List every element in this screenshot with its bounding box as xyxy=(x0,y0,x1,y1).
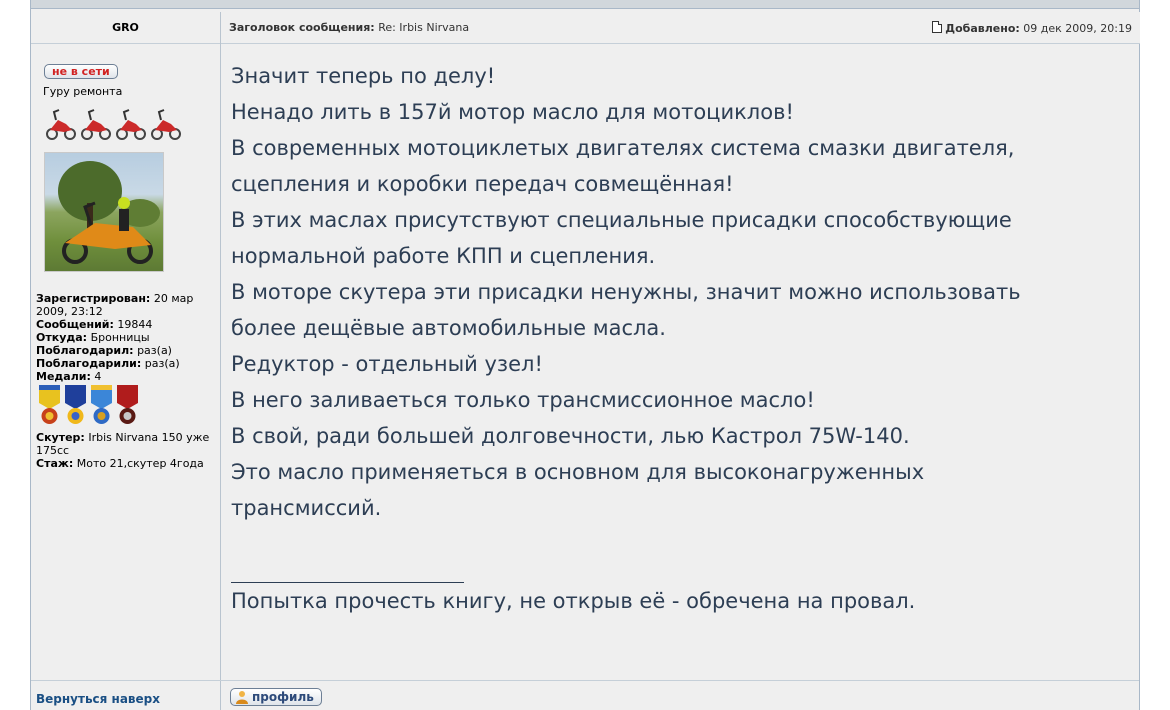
scooter-row: Скутер: Irbis Nirvana 150 уже 175сс xyxy=(36,431,216,457)
user-icon xyxy=(236,691,248,704)
avatar-scene-icon xyxy=(58,161,160,264)
post-date: Добавлено: 09 дек 2009, 20:19 xyxy=(932,20,1132,35)
post-subject: Заголовок сообщения: Re: Irbis Nirvana xyxy=(229,21,932,34)
medal-icon[interactable] xyxy=(38,385,61,425)
post-line: Редуктор - отдельный узел! xyxy=(231,352,543,376)
medal-icon[interactable] xyxy=(64,385,87,425)
post-line: В моторе скутера эти присадки ненужны, з… xyxy=(231,280,1021,304)
from-value: Бронницы xyxy=(90,331,150,344)
thanked-by-row: Поблагодарили: раз(а) xyxy=(36,357,216,370)
thanked-by-value: раз(а) xyxy=(144,357,180,370)
post-author-header: GRO xyxy=(31,12,221,44)
scooter-rank-icon xyxy=(81,109,111,140)
thanked-row: Поблагодарил: раз(а) xyxy=(36,344,216,357)
post-line: В современных мотоциклетых двигателях си… xyxy=(231,136,1015,160)
user-avatar[interactable] xyxy=(44,152,164,272)
profile-button[interactable]: профиль xyxy=(230,688,322,706)
user-details: Зарегистрирован: 20 мар 2009, 23:12 Сооб… xyxy=(36,292,216,470)
thanked-label: Поблагодарил: xyxy=(36,344,134,357)
rank-images xyxy=(44,106,216,142)
post-body: Значит теперь по делу! Ненадо лить в 157… xyxy=(231,58,1131,619)
messages-row: Сообщений: 19844 xyxy=(36,318,216,331)
profile-button-label: профиль xyxy=(252,690,314,704)
scooter-label: Скутер: xyxy=(36,431,85,444)
from-label: Откуда: xyxy=(36,331,88,344)
added-label: Добавлено: xyxy=(945,21,1020,35)
messages-label: Сообщений: xyxy=(36,318,114,331)
post-line: В этих маслах присутствуют специальные п… xyxy=(231,208,1012,232)
medal-icon[interactable] xyxy=(116,385,139,425)
author-name[interactable]: GRO xyxy=(112,21,139,34)
post-icon[interactable] xyxy=(932,20,943,33)
subject-label: Заголовок сообщения: xyxy=(229,21,375,34)
signature: Попытка прочесть книгу, не открыв её - о… xyxy=(231,589,916,613)
column-divider xyxy=(220,12,221,710)
post-line: более дещёвые автомобильные масла. xyxy=(231,316,666,340)
medals-label: Медали: xyxy=(36,370,91,383)
registered-row: Зарегистрирован: 20 мар 2009, 23:12 xyxy=(36,292,216,318)
post-line: В свой, ради большей долговечности, лью … xyxy=(231,424,910,448)
post-line: нормальной работе КПП и сцепления. xyxy=(231,244,656,268)
post-line: Это масло применяеться в основном для вы… xyxy=(231,460,925,484)
experience-label: Стаж: xyxy=(36,457,74,470)
registered-label: Зарегистрирован: xyxy=(36,292,151,305)
post-line: В него заливаеться только трансмиссионно… xyxy=(231,388,815,412)
thanked-value: раз(а) xyxy=(137,344,172,357)
user-rank: Гуру ремонта xyxy=(43,85,123,98)
scooter-rank-icon xyxy=(46,109,76,140)
author-profile: не в сети Гуру ремонта Зарегистрирован: … xyxy=(31,46,220,678)
footer-divider xyxy=(31,680,1139,681)
back-to-top-link[interactable]: Вернуться наверх xyxy=(36,692,160,706)
post-line: сцепления и коробки передач совмещённая! xyxy=(231,172,734,196)
post-line: Значит теперь по делу! xyxy=(231,64,496,88)
medals-value: 4 xyxy=(94,370,102,383)
offline-status-badge[interactable]: не в сети xyxy=(44,64,118,79)
scooter-rank-icon xyxy=(151,109,181,140)
medals-row: Медали: 4 xyxy=(36,370,216,383)
medals-list xyxy=(38,385,216,425)
experience-value: Мото 21,скутер 4года xyxy=(76,457,204,470)
experience-row: Стаж: Мото 21,скутер 4года xyxy=(36,457,216,470)
medal-icon[interactable] xyxy=(90,385,113,425)
added-date: 09 дек 2009, 20:19 xyxy=(1023,21,1132,35)
post-line: Ненадо лить в 157й мотор масло для мотоц… xyxy=(231,100,794,124)
top-band xyxy=(31,0,1139,9)
messages-value: 19844 xyxy=(117,318,153,331)
thanked-by-label: Поблагодарили: xyxy=(36,357,142,370)
scooter-rank-icon xyxy=(116,109,146,140)
from-row: Откуда: Бронницы xyxy=(36,331,216,344)
post-header: Заголовок сообщения: Re: Irbis Nirvana Д… xyxy=(221,12,1140,44)
post-line: трансмиссий. xyxy=(231,496,382,520)
forum-post-frame: GRO Заголовок сообщения: Re: Irbis Nirva… xyxy=(30,0,1140,710)
subject-text[interactable]: Re: Irbis Nirvana xyxy=(378,21,469,34)
